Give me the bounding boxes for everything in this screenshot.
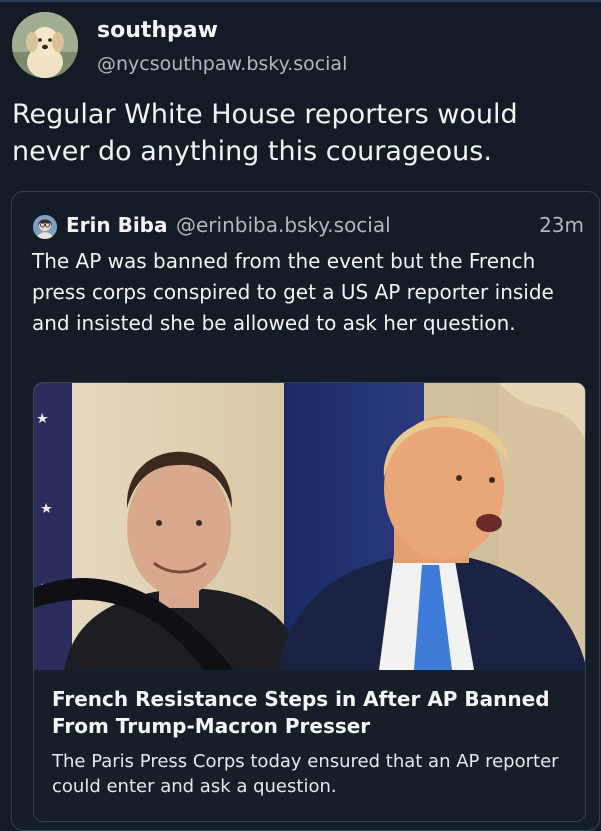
link-preview-description: The Paris Press Corps today ensured that… [52,751,559,797]
dog-avatar-icon [12,12,78,78]
quoted-post-card[interactable]: Erin Biba @erinbiba.bsky.social 23m The … [11,191,600,831]
top-divider [0,0,601,2]
link-preview-title[interactable]: French Resistance Steps in After AP Bann… [52,686,572,740]
quoted-author-handle[interactable]: @erinbiba.bsky.social [176,213,391,237]
quoted-author-avatar[interactable] [33,215,57,239]
author-avatar[interactable] [12,12,78,78]
news-photo-thumbnail [34,383,585,670]
quoted-post-timestamp: 23m [539,213,584,237]
post-text: Regular White House reporters would neve… [12,99,518,167]
quoted-author-display-name[interactable]: Erin Biba [66,213,168,237]
author-display-name[interactable]: southpaw [97,18,218,43]
quoted-post-text: The AP was banned from the event but the… [32,249,554,335]
link-preview-card[interactable]: French Resistance Steps in After AP Bann… [33,382,586,822]
cartoon-avatar-icon [33,215,57,239]
post-header: southpaw @nycsouthpaw.bsky.social [12,12,592,82]
author-handle[interactable]: @nycsouthpaw.bsky.social [97,53,347,75]
